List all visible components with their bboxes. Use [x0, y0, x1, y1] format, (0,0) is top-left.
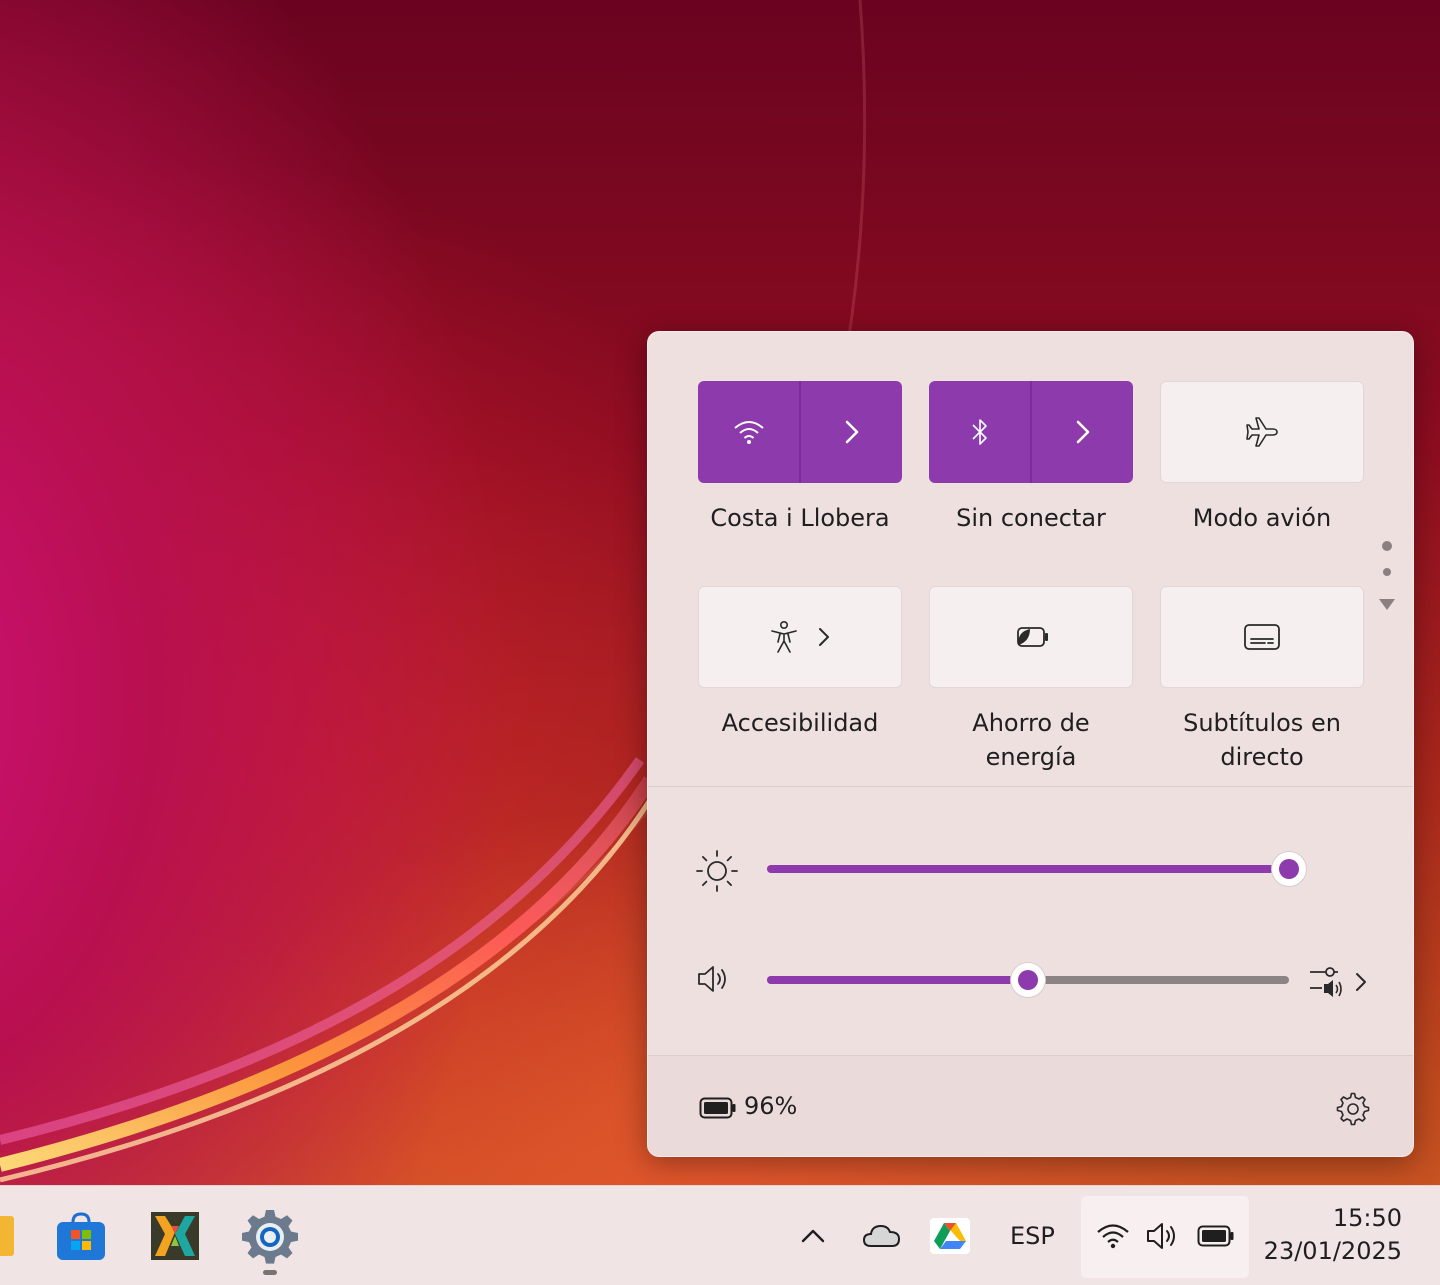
battery-icon[interactable]	[699, 1097, 737, 1119]
speaker-icon	[1147, 1223, 1175, 1249]
quick-settings-panel: Costa i Llobera Sin conectar Modo avión	[647, 331, 1414, 1157]
slider-thumb-dot	[1279, 859, 1299, 879]
airplane-icon	[1246, 417, 1278, 447]
chevron-right-icon	[1356, 973, 1366, 991]
chevron-right-icon	[819, 628, 829, 646]
brightness-icon	[696, 850, 738, 892]
chevron-right-icon	[845, 420, 858, 444]
bluetooth-toggle-button[interactable]	[929, 381, 1030, 483]
battery-percent[interactable]: 96%	[744, 1092, 797, 1120]
slider-thumb-dot	[1018, 970, 1038, 990]
folder-shape	[0, 1216, 14, 1256]
live-captions-tile-label: Subtítulos en directo	[1147, 706, 1377, 774]
store-bag-icon	[57, 1212, 105, 1260]
colorful-x-app-icon	[151, 1212, 199, 1260]
audio-output-button[interactable]	[1308, 962, 1372, 1002]
taskbar: ESP 15:50 23/01/2025	[0, 1185, 1440, 1285]
brightness-slider-fill	[767, 865, 1289, 873]
running-indicator	[263, 1270, 277, 1275]
airplane-mode-tile-label: Modo avión	[1192, 504, 1332, 532]
page-indicator-dot[interactable]	[1383, 568, 1391, 576]
microsoft-store-icon[interactable]	[55, 1210, 107, 1262]
page-down-arrow-icon[interactable]	[1378, 598, 1396, 612]
accessibility-tile[interactable]	[698, 586, 902, 688]
live-captions-label-line2: directo	[1220, 743, 1304, 771]
audio-mixer-icon	[1310, 967, 1342, 997]
wifi-tile-label: Costa i Llobera	[710, 504, 890, 532]
battery-saver-label-line2: energía	[985, 743, 1077, 771]
bluetooth-icon	[971, 419, 987, 445]
settings-icon	[242, 1210, 298, 1264]
battery-saver-icon	[1017, 627, 1048, 647]
footer-divider	[648, 1055, 1413, 1056]
file-explorer-icon[interactable]	[0, 1214, 14, 1258]
clock-date: 23/01/2025	[1263, 1237, 1402, 1265]
volume-slider-thumb[interactable]	[1010, 962, 1046, 998]
accessibility-icon	[771, 620, 797, 653]
page-indicator-dot[interactable]	[1382, 541, 1392, 551]
wifi-toggle-button[interactable]	[698, 381, 799, 483]
live-captions-label-line1: Subtítulos en	[1183, 709, 1341, 737]
app-icon[interactable]	[151, 1212, 199, 1260]
wifi-icon	[1097, 1224, 1129, 1249]
google-drive-icon[interactable]	[930, 1218, 970, 1254]
clock-time: 15:50	[1332, 1204, 1402, 1232]
live-captions-icon	[1244, 624, 1280, 650]
battery-saver-tile-label: Ahorro de energía	[916, 706, 1146, 774]
wifi-icon	[733, 421, 764, 444]
volume-slider-fill	[767, 976, 1028, 984]
gear-icon[interactable]	[1336, 1092, 1370, 1126]
bluetooth-expand-button[interactable]	[1032, 381, 1133, 483]
speaker-icon[interactable]	[696, 964, 732, 994]
battery-saver-tile[interactable]	[929, 586, 1133, 688]
brightness-slider-thumb[interactable]	[1271, 851, 1307, 887]
wifi-expand-button[interactable]	[801, 381, 902, 483]
clock[interactable]: 15:50 23/01/2025	[1262, 1202, 1402, 1268]
airplane-mode-tile[interactable]	[1160, 381, 1364, 483]
chevron-right-icon	[1076, 420, 1089, 444]
battery-saver-label-line1: Ahorro de	[972, 709, 1090, 737]
accessibility-tile-label: Accesibilidad	[721, 709, 879, 737]
bluetooth-tile-label: Sin conectar	[956, 504, 1106, 532]
chevron-up-icon[interactable]	[800, 1226, 826, 1244]
settings-app-icon[interactable]	[242, 1208, 298, 1268]
language-indicator[interactable]: ESP	[1010, 1222, 1055, 1250]
live-captions-tile[interactable]	[1160, 586, 1364, 688]
battery-icon	[1197, 1225, 1234, 1247]
bluetooth-tile	[929, 381, 1133, 483]
onedrive-cloud-icon[interactable]	[862, 1222, 902, 1250]
brightness-slider-track[interactable]	[767, 865, 1289, 873]
system-tray-group[interactable]	[1081, 1196, 1249, 1278]
section-divider	[648, 786, 1413, 787]
wifi-tile	[698, 381, 902, 483]
